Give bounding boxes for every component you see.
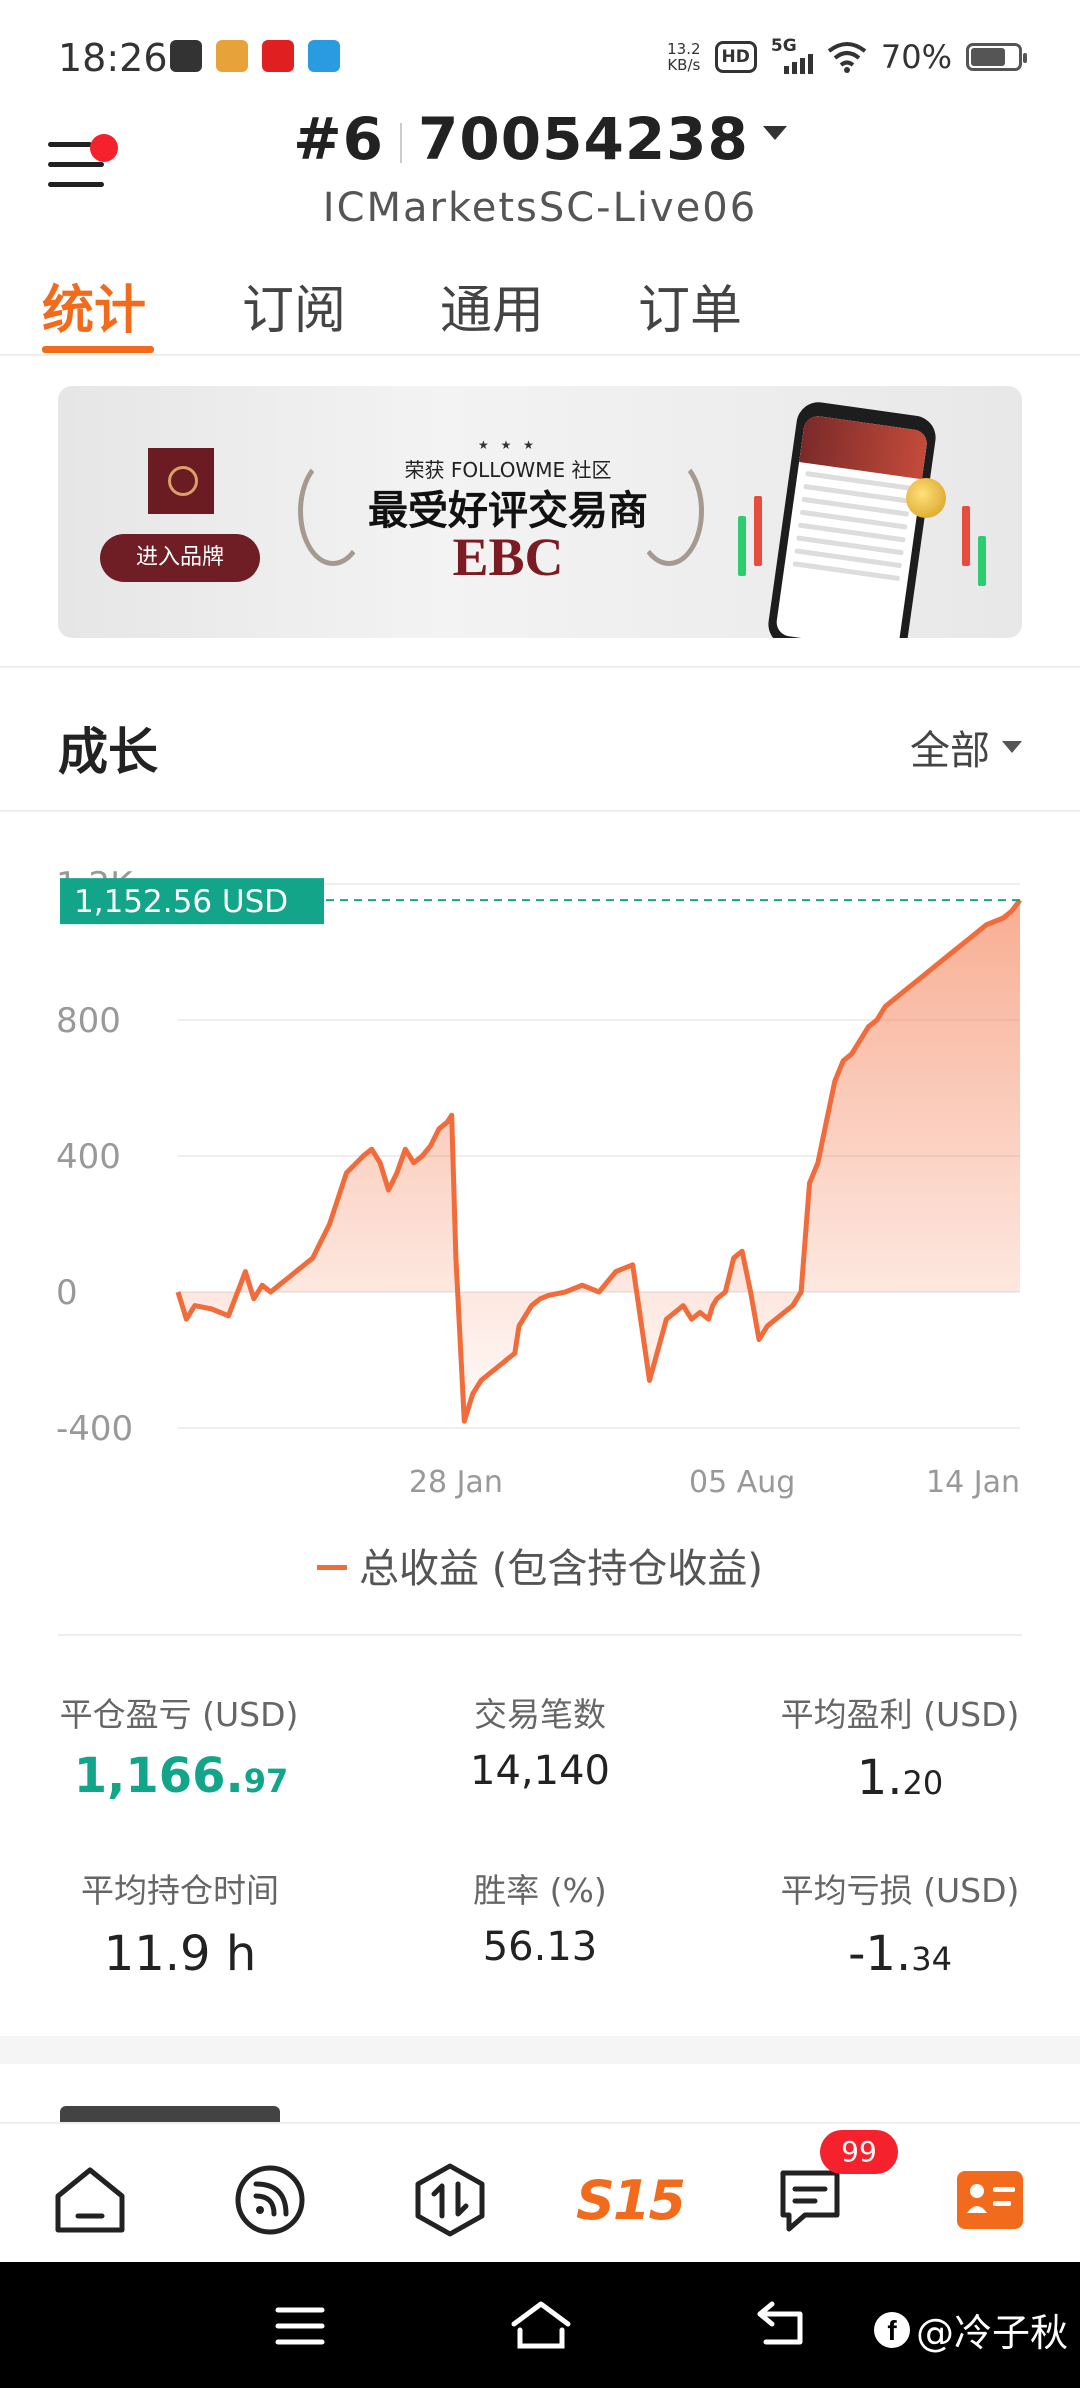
profile-icon <box>957 2171 1023 2229</box>
trade-icon <box>415 2163 485 2237</box>
stat-value-avg-profit: 1.20 <box>856 1750 944 1806</box>
tab-subscribe[interactable]: 订阅 <box>242 268 346 343</box>
y-tick-label: -400 <box>56 1409 133 1449</box>
growth-chart[interactable]: 1.2K8004000-400 28 Jan05 Aug14 Jan 1,152… <box>0 850 1080 1510</box>
stat-value-trade-count: 14,140 <box>470 1748 610 1794</box>
area-fill <box>178 900 1020 1422</box>
stat-value-avg-loss: -1.34 <box>848 1926 952 1982</box>
next-section-peek <box>60 2106 280 2122</box>
tab-orders[interactable]: 订单 <box>638 268 742 343</box>
chevron-down-icon <box>762 125 787 140</box>
status-right: 13.2 KB/s HD 5G 70% <box>667 36 1027 76</box>
stat-label-avg-hold-time: 平均持仓时间 <box>81 1871 279 1910</box>
y-tick-label: 0 <box>56 1273 78 1313</box>
y-tick-label: 800 <box>56 1001 121 1041</box>
tab-bar: 统计 订阅 通用 订单 <box>0 260 1080 356</box>
stat-label-win-rate: 胜率 (%) <box>473 1871 607 1910</box>
x-tick-label: 05 Aug <box>689 1465 795 1500</box>
bottom-nav: S15 <box>0 2122 1080 2262</box>
account-number: 70054238 <box>418 105 749 173</box>
nav-profile[interactable] <box>950 2160 1030 2240</box>
stat-value-win-rate: 56.13 <box>482 1924 598 1970</box>
candle-icon <box>738 516 746 576</box>
promo-banner[interactable]: 进入品牌 ★ ★ ★ 荣获 FOLLOWME 社区 最受好评交易商 EBC <box>58 386 1022 638</box>
y-tick-label: 400 <box>56 1137 121 1177</box>
nav-home[interactable] <box>50 2160 130 2240</box>
battery-icon <box>966 43 1027 71</box>
status-time: 18:26 <box>58 36 168 80</box>
stat-value-closed-pnl: 1,166.97 <box>73 1748 289 1804</box>
battery-percent: 70% <box>880 38 952 76</box>
stat-label-avg-loss: 平均亏损 (USD) <box>780 1871 1020 1910</box>
chart-legend: 总收益 (包含持仓收益) <box>0 1536 1080 1594</box>
hd-icon: HD <box>714 41 757 73</box>
home-nav-icon[interactable] <box>510 2300 572 2350</box>
app-icon-1 <box>170 40 202 72</box>
brand-logo: S15 <box>575 2168 686 2232</box>
candle-icon <box>754 496 762 566</box>
stat-value-avg-hold-time: 11.9 h <box>103 1926 257 1982</box>
watermark: f @冷子秋 <box>873 2302 1068 2357</box>
banner-stars: ★ ★ ★ <box>478 438 538 452</box>
status-bar: 18:26 13.2 KB/s HD 5G 70% <box>0 0 1080 120</box>
section-title-growth: 成长 <box>58 723 158 781</box>
chevron-down-icon <box>1002 741 1022 753</box>
enter-brand-button[interactable]: 进入品牌 <box>100 534 260 582</box>
app-icon-2 <box>216 40 248 72</box>
messages-icon <box>780 2170 840 2232</box>
nav-brand[interactable]: S15 <box>576 2160 686 2240</box>
server-name: ICMarketsSC-Live06 <box>322 185 758 231</box>
legend-swatch <box>317 1564 348 1570</box>
stat-label-avg-profit: 平均盈利 (USD) <box>780 1695 1020 1734</box>
time-range-dropdown[interactable]: 全部 <box>910 718 1022 776</box>
svg-text:1,152.56 USD: 1,152.56 USD <box>74 884 288 920</box>
current-value-tag: 1,152.56 USD <box>60 878 324 925</box>
home-icon <box>55 2167 125 2233</box>
nav-trade[interactable] <box>410 2160 490 2240</box>
app-icon-4 <box>308 40 340 72</box>
notification-icons <box>170 40 340 72</box>
candle-icon <box>978 536 986 586</box>
ebc-logo <box>148 448 214 514</box>
nav-feed[interactable] <box>230 2160 310 2240</box>
signal-icon: 5G <box>771 36 813 74</box>
phone-image <box>765 399 939 638</box>
feed-icon <box>235 2165 305 2235</box>
app-icon-3 <box>262 40 294 72</box>
candle-icon <box>962 506 970 566</box>
growth-chart-svg: 1.2K8004000-400 28 Jan05 Aug14 Jan 1,152… <box>56 865 1022 1500</box>
banner-brand: EBC <box>452 527 564 587</box>
stat-label-closed-pnl: 平仓盈亏 (USD) <box>59 1695 299 1734</box>
messages-badge: 99 <box>820 2130 898 2174</box>
stat-label-trade-count: 交易笔数 <box>474 1695 606 1734</box>
tab-stats[interactable]: 统计 <box>42 268 146 343</box>
back-nav-icon[interactable] <box>756 2300 808 2348</box>
menu-nav-icon[interactable] <box>274 2304 326 2348</box>
account-selector[interactable]: #6 70054238 <box>0 105 1080 173</box>
x-tick-label: 14 Jan <box>926 1465 1020 1500</box>
account-rank: #6 <box>293 105 385 173</box>
wifi-icon <box>827 42 867 73</box>
facebook-icon: f <box>873 2311 910 2348</box>
x-tick-label: 28 Jan <box>409 1465 503 1500</box>
coin-icon <box>906 478 946 518</box>
tab-general[interactable]: 通用 <box>440 268 544 343</box>
net-speed: 13.2 KB/s <box>667 40 701 74</box>
active-tab-indicator <box>42 346 154 353</box>
